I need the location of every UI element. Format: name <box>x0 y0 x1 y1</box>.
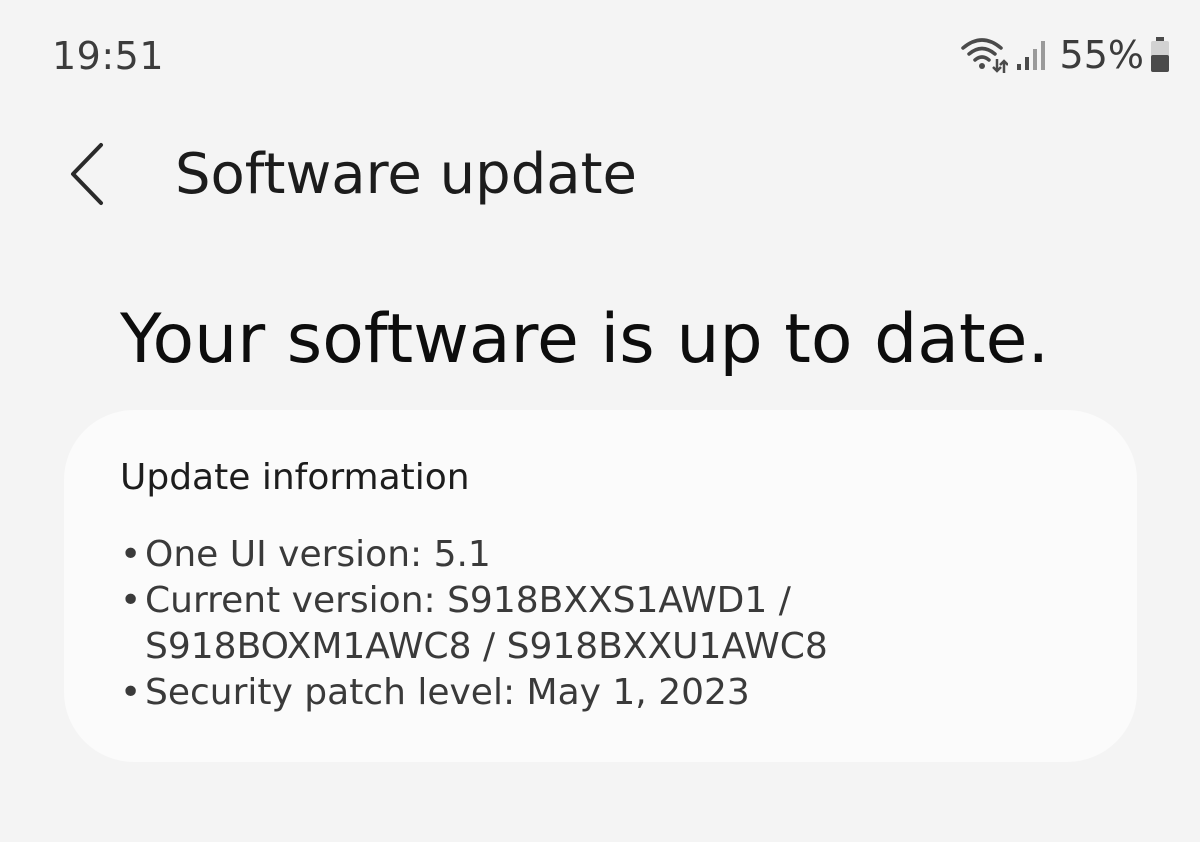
current-version-line-2: S918BOXM1AWC8 / S918BXXU1AWC8 <box>145 626 828 667</box>
signal-icon <box>1016 41 1045 70</box>
status-icons: 55% <box>960 32 1170 78</box>
status-bar: 19:51 55% <box>0 30 1200 80</box>
back-button[interactable] <box>52 134 122 214</box>
chevron-left-icon <box>71 143 103 205</box>
status-time: 19:51 <box>52 34 165 78</box>
security-patch-level: Security patch level: May 1, 2023 <box>145 672 750 713</box>
battery-percent: 55% <box>1059 33 1144 77</box>
update-status-message: Your software is up to date. <box>120 300 1050 379</box>
app-header: Software update <box>0 130 1200 220</box>
list-item: • One UI version: 5.1 <box>120 532 828 578</box>
list-item: • Current version: S918BXXS1AWD1 / S918B… <box>120 578 828 670</box>
wifi-icon <box>960 38 1008 73</box>
battery-icon <box>1151 37 1169 72</box>
bullet-icon: • <box>120 580 142 621</box>
one-ui-version: One UI version: 5.1 <box>145 534 491 575</box>
page-title: Software update <box>175 142 637 207</box>
update-information-title: Update information <box>120 457 470 498</box>
bullet-icon: • <box>120 534 142 575</box>
update-information-card: Update information • One UI version: 5.1… <box>64 410 1137 762</box>
bullet-icon: • <box>120 672 142 713</box>
software-update-screen: 19:51 55% Software update Your software … <box>0 0 1200 842</box>
current-version-line-1: Current version: S918BXXS1AWD1 / <box>145 580 791 621</box>
update-information-list: • One UI version: 5.1 • Current version:… <box>120 532 828 716</box>
list-item: • Security patch level: May 1, 2023 <box>120 670 828 716</box>
